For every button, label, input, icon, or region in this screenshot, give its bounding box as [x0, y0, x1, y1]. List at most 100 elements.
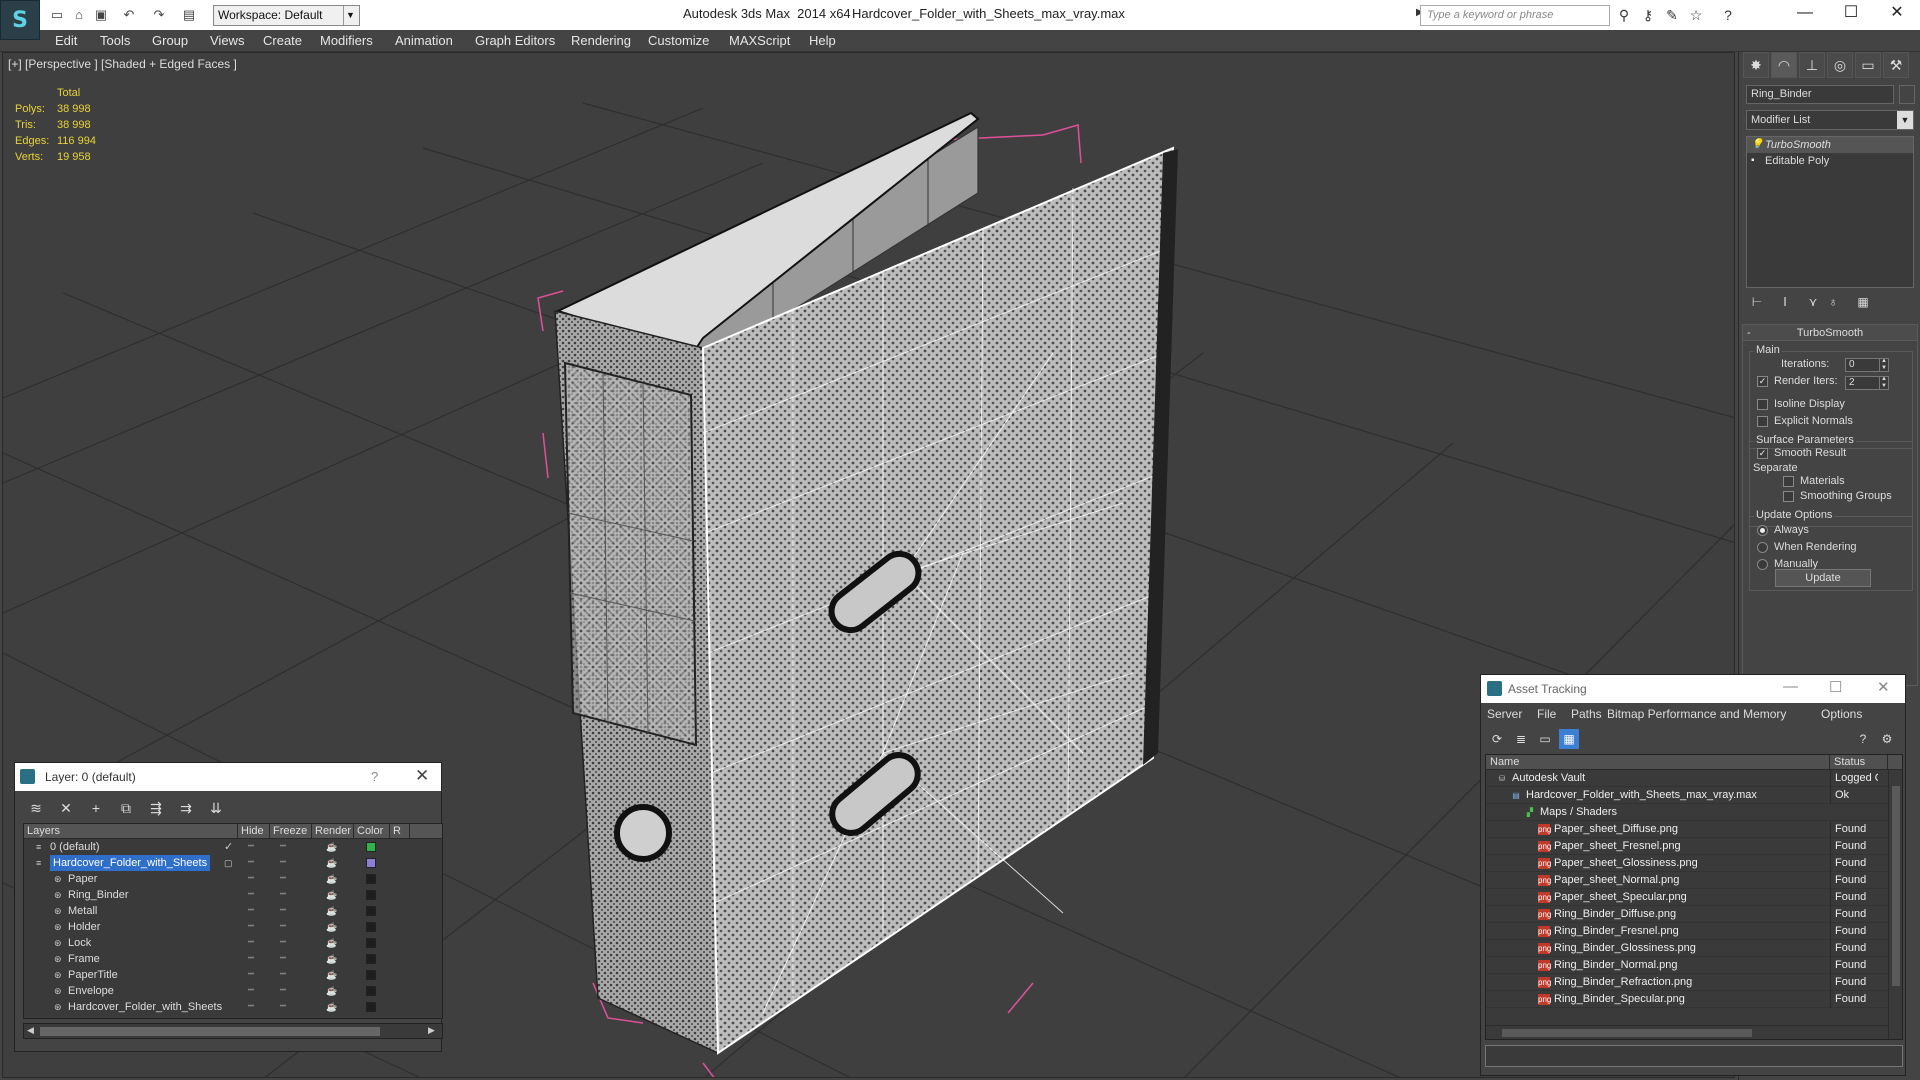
modifier-list-dropdown[interactable]: Modifier List ▼: [1746, 110, 1914, 130]
layer-color-swatch[interactable]: [366, 954, 376, 964]
smooth-result-checkbox[interactable]: ✓: [1757, 447, 1768, 459]
always-row[interactable]: Always: [1757, 524, 1809, 536]
render-teapot-icon[interactable]: ☕: [326, 999, 337, 1015]
layer-name[interactable]: Holder: [68, 919, 100, 935]
menu-help[interactable]: Help: [809, 33, 836, 48]
favorites-star-icon[interactable]: ☆: [1686, 6, 1706, 24]
explicit-normals-row[interactable]: Explicit Normals: [1757, 415, 1853, 427]
viewport-label[interactable]: [+] [Perspective ] [Shaded + Edged Faces…: [8, 57, 237, 71]
create-tab-icon[interactable]: ✸: [1743, 52, 1769, 78]
close-icon[interactable]: ✕: [415, 766, 429, 786]
menu-views[interactable]: Views: [210, 33, 244, 48]
hide-toggle[interactable]: ┅: [248, 999, 254, 1015]
smooth-result-row[interactable]: ✓ Smooth Result: [1757, 447, 1846, 459]
layer-row[interactable]: ⊛ Envelope ┅ ┅ ☕: [24, 983, 442, 999]
render-iters-row[interactable]: ✓ Render Iters:: [1757, 375, 1838, 387]
spinner-arrows-icon[interactable]: ▲ ▼: [1879, 358, 1888, 372]
asset-row[interactable]: png Paper_sheet_Glossiness.png Found: [1486, 855, 1902, 872]
menu-maxscript[interactable]: MAXScript: [729, 33, 790, 48]
new-file-icon[interactable]: ▭: [48, 7, 66, 23]
layer-name[interactable]: Hardcover_Folder_with_Sheets: [68, 999, 222, 1015]
spinner-arrows-icon[interactable]: ▲ ▼: [1879, 376, 1888, 390]
close-icon[interactable]: ✕: [1877, 678, 1890, 696]
asset-row[interactable]: png Paper_sheet_Normal.png Found: [1486, 872, 1902, 889]
add-to-layer-icon[interactable]: +: [85, 797, 107, 819]
explicit-normals-checkbox[interactable]: [1757, 415, 1768, 427]
hide-toggle[interactable]: ┅: [248, 967, 254, 983]
column-color[interactable]: Color: [354, 824, 390, 839]
render-iters-checkbox[interactable]: ✓: [1757, 375, 1768, 387]
maximize-icon[interactable]: ☐: [1829, 678, 1842, 696]
scroll-left-icon[interactable]: ◀: [27, 1025, 34, 1036]
asset-window-titlebar[interactable]: Asset Tracking — ☐ ✕: [1481, 675, 1905, 703]
asset-menu-file[interactable]: File: [1537, 707, 1556, 721]
layer-name[interactable]: Ring_Binder: [68, 887, 129, 903]
freeze-all-layers-icon[interactable]: ⇊: [205, 797, 227, 819]
layer-row[interactable]: ⊛ Ring_Binder ┅ ┅ ☕: [24, 887, 442, 903]
render-teapot-icon[interactable]: ☕: [326, 855, 337, 871]
asset-row[interactable]: png Paper_sheet_Diffuse.png Found: [1486, 821, 1902, 838]
layer-name[interactable]: Metall: [68, 903, 97, 919]
save-icon[interactable]: ▣: [92, 7, 110, 23]
smoothing-groups-row[interactable]: Smoothing Groups: [1783, 490, 1892, 502]
asset-row[interactable]: png Ring_Binder_Specular.png Found: [1486, 991, 1902, 1008]
pin-stack-icon[interactable]: ⊢: [1748, 294, 1766, 310]
column-hide[interactable]: Hide: [238, 824, 270, 839]
asset-row[interactable]: png Ring_Binder_Diffuse.png Found: [1486, 906, 1902, 923]
layer-row[interactable]: ≡ 0 (default) ✓ ┅ ┅ ☕: [24, 839, 442, 855]
scroll-thumb[interactable]: [1892, 786, 1900, 986]
render-teapot-icon[interactable]: ☕: [326, 887, 337, 903]
stack-item-turbosmooth[interactable]: 💡 TurboSmooth: [1747, 137, 1913, 153]
layer-horizontal-scrollbar[interactable]: ◀ ▶: [23, 1023, 443, 1039]
hide-toggle[interactable]: ┅: [248, 983, 254, 999]
minimize-icon[interactable]: —: [1782, 0, 1828, 28]
hide-toggle[interactable]: ┅: [248, 855, 254, 871]
menu-edit[interactable]: Edit: [55, 33, 77, 48]
hide-toggle[interactable]: ┅: [248, 919, 254, 935]
asset-row[interactable]: ⛁ Autodesk Vault Logged O: [1486, 770, 1902, 787]
freeze-toggle[interactable]: ┅: [280, 839, 286, 855]
open-folder-icon[interactable]: ⌂: [70, 7, 88, 23]
freeze-toggle[interactable]: ┅: [280, 855, 286, 871]
layer-color-swatch[interactable]: [366, 874, 376, 884]
lightbulb-icon[interactable]: 💡: [1751, 137, 1765, 153]
rollout-header[interactable]: - TurboSmooth: [1743, 325, 1917, 341]
list-view-icon[interactable]: ≣: [1511, 729, 1531, 749]
freeze-toggle[interactable]: ┅: [280, 951, 286, 967]
layer-row[interactable]: ⊛ Metall ┅ ┅ ☕: [24, 903, 442, 919]
asset-path-field[interactable]: [1485, 1045, 1903, 1067]
freeze-toggle[interactable]: ┅: [280, 983, 286, 999]
help-icon[interactable]: ?: [1853, 729, 1873, 749]
vault-help-icon[interactable]: ⚙: [1877, 729, 1897, 749]
freeze-toggle[interactable]: ┅: [280, 871, 286, 887]
render-iters-spinner[interactable]: 2 ▲ ▼: [1845, 376, 1889, 390]
hide-all-layers-icon[interactable]: ⇉: [175, 797, 197, 819]
materials-row[interactable]: Materials: [1783, 475, 1845, 487]
scroll-thumb[interactable]: [1502, 1029, 1752, 1037]
layer-row[interactable]: ⊛ Paper ┅ ┅ ☕: [24, 871, 442, 887]
render-teapot-icon[interactable]: ☕: [326, 839, 337, 855]
hide-toggle[interactable]: ┅: [248, 935, 254, 951]
layer-color-swatch[interactable]: [366, 970, 376, 980]
menu-modifiers[interactable]: Modifiers: [320, 33, 373, 48]
delete-layer-icon[interactable]: ✕: [55, 797, 77, 819]
asset-menu-bitmap-performance[interactable]: Bitmap Performance and Memory: [1607, 707, 1786, 721]
render-teapot-icon[interactable]: ☕: [326, 983, 337, 999]
subscription-icon[interactable]: ⚷: [1638, 6, 1658, 24]
redo-icon[interactable]: ↷: [150, 7, 168, 23]
freeze-toggle[interactable]: ┅: [280, 919, 286, 935]
freeze-toggle[interactable]: ┅: [280, 999, 286, 1015]
layer-name[interactable]: 0 (default): [50, 839, 100, 855]
column-freeze[interactable]: Freeze: [270, 824, 312, 839]
layer-color-swatch[interactable]: [366, 906, 376, 916]
hierarchy-tab-icon[interactable]: ⊥: [1799, 52, 1825, 78]
column-render[interactable]: Render: [312, 824, 354, 839]
hide-toggle[interactable]: ┅: [248, 951, 254, 967]
set-active-layer-icon[interactable]: ▢: [224, 855, 233, 871]
menu-group[interactable]: Group: [152, 33, 188, 48]
always-radio[interactable]: [1757, 524, 1768, 536]
render-teapot-icon[interactable]: ☕: [326, 935, 337, 951]
menu-customize[interactable]: Customize: [648, 33, 709, 48]
layer-name[interactable]: Paper: [68, 871, 97, 887]
layer-color-swatch[interactable]: [366, 842, 376, 852]
